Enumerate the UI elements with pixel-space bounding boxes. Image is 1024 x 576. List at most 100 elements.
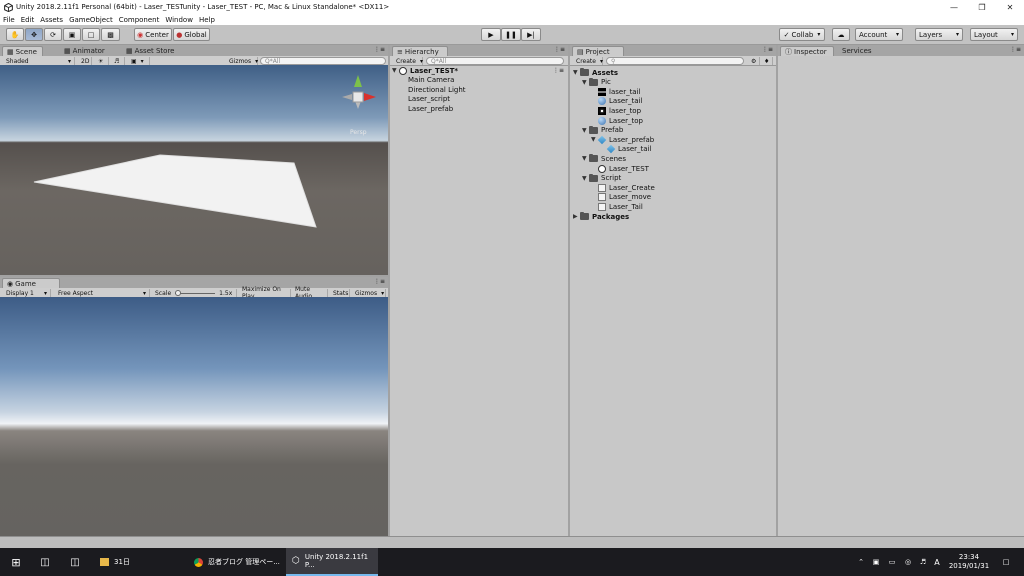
stats-toggle[interactable]: Stats [330, 289, 350, 297]
scale-slider-track[interactable] [175, 289, 216, 296]
persp-label[interactable]: Persp [350, 129, 367, 136]
project-item[interactable]: ▼ Script [582, 173, 621, 183]
game-viewport[interactable] [0, 297, 388, 536]
project-item[interactable]: ▼ Assets [573, 68, 618, 77]
collab-dropdown[interactable]: ✓ Collab [779, 28, 825, 41]
taskbar-chrome-window[interactable]: 忍者ブログ 管理ペー... [190, 548, 280, 576]
taskbar-folder-window[interactable]: 31日 [96, 548, 184, 576]
layout-dropdown[interactable]: Layout [970, 28, 1018, 41]
expand-arrow-icon[interactable]: ▼ [582, 127, 589, 134]
cloud-button[interactable]: ☁ [832, 28, 850, 41]
mute-audio-toggle[interactable]: Mute Audio [292, 286, 328, 300]
transform-tool-button[interactable]: ▩ [101, 28, 120, 41]
menu-edit[interactable]: Edit [21, 16, 35, 24]
effects-dropdown[interactable]: ▣ [128, 57, 150, 65]
tray-volume-icon[interactable]: ♬ [917, 548, 929, 576]
project-item[interactable]: laser_top [591, 106, 641, 115]
expand-arrow-icon[interactable]: ▼ [392, 67, 399, 74]
panel-menu-icon[interactable]: ⋮≡ [374, 278, 385, 285]
tray-expand-icon[interactable]: ⌃ [856, 548, 866, 576]
project-item[interactable]: ▼ Pic [582, 77, 611, 87]
step-button[interactable]: ▶| [521, 28, 541, 41]
expand-arrow-icon[interactable]: ▼ [582, 175, 589, 182]
menu-assets[interactable]: Assets [40, 16, 63, 24]
project-create-dropdown[interactable]: Create [573, 57, 603, 65]
panel-menu-icon[interactable]: ⋮≡ [762, 46, 773, 53]
panel-menu-icon[interactable]: ⋮≡ [374, 46, 385, 53]
project-item[interactable]: ▼ Scenes [582, 154, 626, 163]
hand-tool-button[interactable]: ✋ [6, 28, 24, 41]
tab-game[interactable]: ◉ Game [2, 278, 60, 288]
project-item[interactable]: ▼ Laser_prefab [591, 135, 654, 144]
play-button[interactable]: ▶ [481, 28, 501, 41]
hierarchy-item-laser-script[interactable]: Laser_script [408, 94, 450, 103]
hierarchy-item-main-camera[interactable]: Main Camera [408, 75, 454, 84]
account-dropdown[interactable]: Account [855, 28, 903, 41]
aspect-dropdown[interactable]: Free Aspect [55, 289, 150, 297]
layers-dropdown[interactable]: Layers [915, 28, 963, 41]
tab-scene[interactable]: ▦ Scene [2, 46, 43, 56]
filter-by-type-button[interactable]: ⚙ [748, 57, 760, 65]
panel-menu-icon[interactable]: ⋮≡ [1010, 46, 1021, 53]
hierarchy-create-dropdown[interactable]: Create [393, 57, 423, 65]
tab-animator[interactable]: ▦ Animator [60, 46, 110, 56]
shading-dropdown[interactable]: Shaded [3, 57, 75, 65]
taskbar-unity-window[interactable]: ⬡ Unity 2018.2.11f1 P... [286, 548, 378, 576]
project-item[interactable]: Laser_tail [591, 97, 642, 106]
expand-arrow-icon[interactable]: ▼ [573, 69, 580, 76]
tab-services[interactable]: Services [838, 46, 877, 56]
taskbar-app-pin[interactable]: ◫ [66, 548, 84, 576]
project-item[interactable]: Laser_Create [591, 183, 655, 192]
notification-icon[interactable]: □ [998, 548, 1014, 576]
project-item[interactable]: Laser_tail [600, 145, 651, 154]
gizmos-dropdown[interactable]: Gizmos [226, 57, 258, 65]
project-item[interactable]: ▶ Packages [573, 212, 629, 221]
expand-arrow-icon[interactable]: ▼ [582, 79, 589, 86]
minimize-icon[interactable]: — [940, 0, 968, 14]
display-dropdown[interactable]: Display 1 [3, 289, 51, 297]
maximize-on-play-toggle[interactable]: Maximize On Play [239, 286, 291, 300]
menu-component[interactable]: Component [119, 16, 160, 24]
rotate-tool-button[interactable]: ⟳ [44, 28, 62, 41]
2d-toggle[interactable]: 2D [78, 57, 92, 65]
menu-file[interactable]: File [3, 16, 15, 24]
tab-inspector[interactable]: ⓘ Inspector [780, 46, 834, 56]
audio-toggle[interactable]: ♬ [111, 57, 125, 65]
restore-icon[interactable]: ❐ [968, 0, 996, 14]
pivot-center-button[interactable]: ◉ Center [134, 28, 172, 41]
project-item[interactable]: laser_tail [591, 87, 641, 96]
lighting-toggle[interactable]: ☀ [95, 57, 109, 65]
menu-help[interactable]: Help [199, 16, 215, 24]
pause-button[interactable]: ❚❚ [501, 28, 521, 41]
pivot-global-button[interactable]: ● Global [173, 28, 210, 41]
panel-menu-icon[interactable]: ⋮≡ [554, 46, 565, 53]
scale-slider[interactable]: Scale 1.5x [152, 289, 237, 297]
tray-clock[interactable]: 23:34 2019/01/31 [946, 548, 992, 576]
game-gizmos-dropdown[interactable]: Gizmos [352, 289, 386, 297]
taskbar-explorer-pin[interactable]: ◫ [36, 548, 54, 576]
scene-menu-icon[interactable]: ⋮≡ [553, 67, 564, 74]
scale-tool-button[interactable]: ▣ [63, 28, 81, 41]
hierarchy-scene-row[interactable]: ▼ Laser_TEST* ⋮≡ [392, 66, 566, 75]
hierarchy-item-laser-prefab[interactable]: Laser_prefab [408, 104, 453, 113]
start-button[interactable]: ⊞ [6, 548, 26, 576]
scene-viewport[interactable]: Persp [0, 65, 388, 275]
hierarchy-item-directional-light[interactable]: Directional Light [408, 85, 466, 94]
collapse-arrow-icon[interactable]: ▶ [573, 213, 580, 220]
menu-gameobject[interactable]: GameObject [69, 16, 113, 24]
project-item[interactable]: Laser_TEST [591, 164, 649, 173]
tray-network-icon[interactable]: ▣ [870, 548, 882, 576]
scale-slider-thumb[interactable] [175, 289, 182, 296]
tab-hierarchy[interactable]: ≡ Hierarchy [392, 46, 448, 56]
close-icon[interactable]: ✕ [996, 0, 1024, 14]
scene-search-input[interactable]: Q*All [260, 57, 386, 65]
filter-by-label-button[interactable]: ♦ [761, 57, 773, 65]
project-item[interactable]: ▼ Prefab [582, 125, 623, 135]
tab-project[interactable]: ▤ Project [572, 46, 624, 56]
project-item[interactable]: Laser_move [591, 193, 651, 202]
project-item[interactable]: Laser_top [591, 116, 643, 125]
expand-arrow-icon[interactable]: ▼ [582, 155, 589, 162]
scene-gizmo[interactable]: Persp [338, 73, 378, 136]
tray-ime-indicator[interactable]: A [931, 548, 943, 576]
tab-asset-store[interactable]: ▦ Asset Store [122, 46, 180, 56]
